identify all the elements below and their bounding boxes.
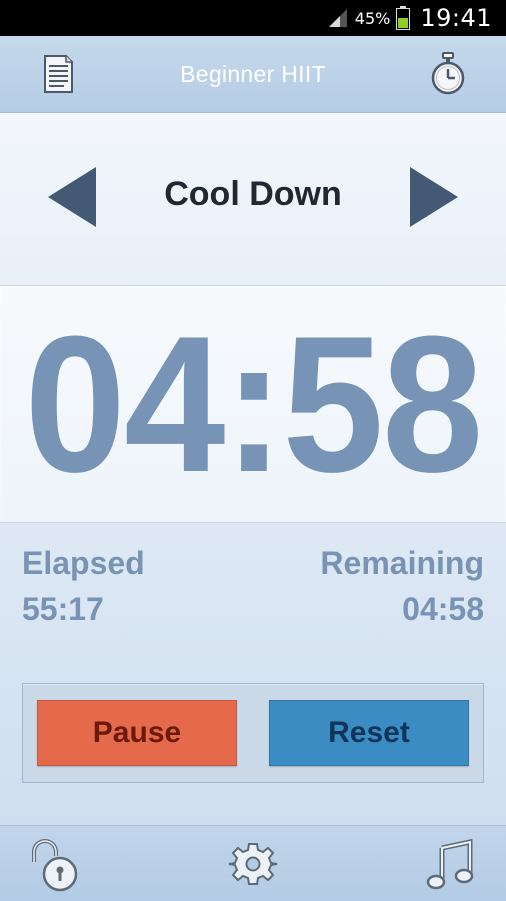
music-note-icon xyxy=(426,838,474,890)
control-panel: Pause Reset xyxy=(22,683,484,783)
stopwatch-button[interactable] xyxy=(424,50,472,98)
lock-button[interactable] xyxy=(26,836,82,892)
arrow-left-icon xyxy=(48,167,96,227)
remaining-value: 04:58 xyxy=(402,591,484,627)
previous-interval-button[interactable] xyxy=(46,165,98,229)
remaining-label: Remaining xyxy=(320,545,484,581)
timer-screen: Cool Down 04:58 Elapsed 55:17 Remaining … xyxy=(0,113,506,825)
elapsed-value: 55:17 xyxy=(22,591,104,627)
pause-button[interactable]: Pause xyxy=(37,700,237,766)
gear-icon xyxy=(228,843,278,885)
elapsed-label: Elapsed xyxy=(22,545,145,581)
battery-icon xyxy=(396,6,411,30)
signal-icon xyxy=(328,9,347,27)
status-bar: 45% 19:41 xyxy=(0,0,506,36)
next-interval-button[interactable] xyxy=(408,165,460,229)
battery-percent: 45% xyxy=(354,8,391,28)
interval-selector: Cool Down xyxy=(0,113,506,285)
music-button[interactable] xyxy=(424,836,480,892)
title-bar: Beginner HIIT xyxy=(0,36,506,113)
status-clock: 19:41 xyxy=(420,4,492,32)
arrow-right-icon xyxy=(410,167,458,227)
timer-panel: 04:58 xyxy=(0,285,506,523)
countdown-timer: 04:58 xyxy=(24,295,483,513)
bottom-toolbar xyxy=(0,825,506,901)
unlock-icon xyxy=(32,839,78,892)
stopwatch-icon xyxy=(431,52,465,95)
interval-name: Cool Down xyxy=(164,174,342,213)
reset-button[interactable]: Reset xyxy=(269,700,469,766)
settings-button[interactable] xyxy=(225,836,281,892)
